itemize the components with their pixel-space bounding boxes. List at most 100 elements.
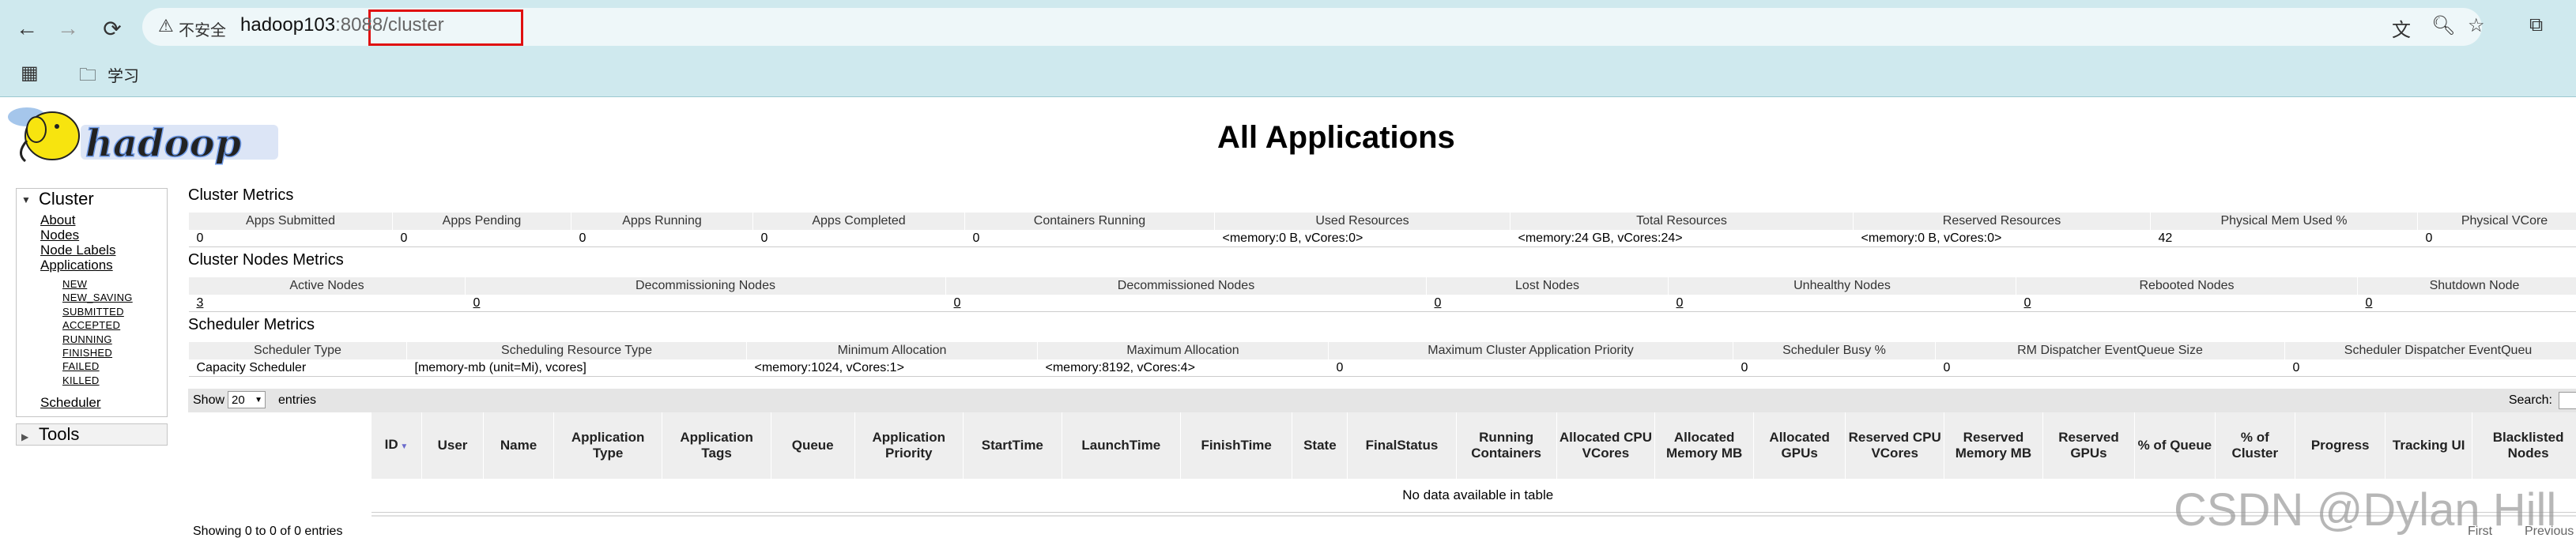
- apps-grid-icon[interactable]: ▦: [21, 62, 39, 85]
- column-header-label: Allocated Memory MB: [1665, 430, 1743, 461]
- tools-panel-header[interactable]: ▶ Tools: [16, 423, 168, 446]
- sidebar-link-applications[interactable]: Applications: [40, 258, 167, 273]
- address-bar[interactable]: [142, 8, 2482, 46]
- column-header-label: FinalStatus: [1365, 438, 1439, 453]
- extensions-icon[interactable]: ⧉: [2529, 14, 2543, 36]
- node_metrics-link-lost-nodes[interactable]: 0: [1435, 296, 1442, 310]
- cluster-panel-header[interactable]: ▼ Cluster: [17, 189, 167, 209]
- app-state-new[interactable]: NEW: [40, 277, 167, 291]
- node_metrics-link-rebooted-nodes[interactable]: 0: [2024, 296, 2031, 310]
- column-header-label: Queue: [791, 438, 834, 453]
- scheduler-metrics-title: Scheduler Metrics: [188, 316, 315, 333]
- column-header-allocated-gpus[interactable]: Allocated GPUs: [1753, 412, 1846, 479]
- cluster_metrics-header-apps-submitted: Apps Submitted: [188, 212, 393, 231]
- column-header-application-type[interactable]: Application Type: [553, 412, 663, 479]
- node_metrics-link-unhealthy-nodes[interactable]: 0: [1676, 296, 1684, 310]
- column-header-of-cluster[interactable]: % of Cluster: [2215, 412, 2296, 479]
- column-header-running-containers[interactable]: Running Containers: [1456, 412, 1557, 479]
- node_metrics-link-shutdown-node[interactable]: 0: [2366, 296, 2373, 310]
- translate-icon[interactable]: 文: [2392, 14, 2411, 42]
- bookmark-bar: ▦ 🗀 学习: [0, 55, 2576, 88]
- column-header-reserved-cpu-vcores[interactable]: Reserved CPU VCores: [1845, 412, 1945, 479]
- column-header-tracking-ui[interactable]: Tracking UI: [2385, 412, 2473, 479]
- sidebar-link-nodes[interactable]: Nodes: [40, 228, 167, 243]
- app-state-accepted[interactable]: ACCEPTED: [40, 318, 167, 332]
- column-header-user[interactable]: User: [421, 412, 485, 479]
- node_metrics-link-decommissioned-nodes[interactable]: 0: [954, 296, 961, 310]
- sidebar-link-node-labels[interactable]: Node Labels: [40, 243, 167, 258]
- url-path: /cluster: [383, 14, 444, 36]
- hadoop-logo[interactable]: hadoop: [5, 101, 281, 167]
- zoom-icon[interactable]: 🔍︎: [2431, 14, 2455, 37]
- app-state-failed[interactable]: FAILED: [40, 359, 167, 373]
- column-header-label: StartTime: [981, 438, 1043, 453]
- column-header-of-queue[interactable]: % of Queue: [2134, 412, 2216, 479]
- app-state-new-saving[interactable]: NEW_SAVING: [40, 291, 167, 304]
- column-header-launchtime[interactable]: LaunchTime: [1062, 412, 1181, 479]
- cluster_metrics-value-used-resources: <memory:0 B, vCores:0>: [1214, 230, 1511, 247]
- sidebar-link-scheduler[interactable]: Scheduler: [40, 395, 167, 410]
- search-input[interactable]: [2559, 392, 2576, 409]
- column-header-queue[interactable]: Queue: [771, 412, 855, 479]
- entries-label: entries: [278, 393, 317, 407]
- column-header-progress[interactable]: Progress: [2295, 412, 2386, 479]
- cluster_metrics-header-physical-vcore: Physical VCore: [2417, 212, 2576, 231]
- page-size-select[interactable]: 20 ▼: [228, 391, 266, 408]
- bookmark-folder-label[interactable]: 学习: [107, 63, 139, 86]
- column-header-label: State: [1303, 438, 1337, 453]
- folder-icon[interactable]: 🗀: [79, 62, 96, 92]
- column-header-label: % of Cluster: [2231, 430, 2279, 461]
- cluster_metrics-value-physical-mem-used: 42: [2150, 230, 2418, 247]
- forward-arrow-icon[interactable]: →: [52, 13, 84, 44]
- node_metrics-link-decommissioning-nodes[interactable]: 0: [473, 296, 481, 310]
- column-header-label: User: [437, 438, 468, 453]
- url-port: :8088: [335, 14, 383, 36]
- back-arrow-icon[interactable]: ←: [11, 13, 43, 44]
- column-header-starttime[interactable]: StartTime: [963, 412, 1062, 479]
- cluster_metrics-value-total-resources: <memory:24 GB, vCores:24>: [1510, 230, 1854, 247]
- node_metrics-header-lost-nodes: Lost Nodes: [1426, 276, 1669, 295]
- app-state-finished[interactable]: FINISHED: [40, 346, 167, 359]
- node_metrics-value-decommissioning-nodes: 0: [465, 295, 946, 312]
- column-header-label: % of Queue: [2137, 438, 2212, 453]
- bookmark-star-icon[interactable]: ☆: [2468, 14, 2485, 37]
- column-header-label: FinishTime: [1201, 438, 1272, 453]
- column-header-id[interactable]: ID ▼: [372, 412, 422, 479]
- node_metrics-header-decommissioning-nodes: Decommissioning Nodes: [465, 276, 946, 295]
- column-header-state[interactable]: State: [1292, 412, 1348, 479]
- expand-triangle-icon[interactable]: ▶: [21, 427, 39, 447]
- column-header-name[interactable]: Name: [483, 412, 554, 479]
- column-header-label: Application Type: [571, 430, 645, 461]
- column-header-label: Application Priority: [872, 430, 946, 461]
- warning-icon[interactable]: ⚠: [158, 16, 174, 36]
- node-metrics-title: Cluster Nodes Metrics: [188, 251, 344, 269]
- collapse-triangle-icon[interactable]: ▼: [21, 190, 39, 210]
- column-header-allocated-cpu-vcores[interactable]: Allocated CPU VCores: [1556, 412, 1656, 479]
- column-header-application-tags[interactable]: Application Tags: [662, 412, 771, 479]
- column-header-reserved-memory-mb[interactable]: Reserved Memory MB: [1944, 412, 2043, 479]
- url-text[interactable]: hadoop103:8088/cluster: [240, 14, 444, 36]
- column-header-finishtime[interactable]: FinishTime: [1180, 412, 1293, 479]
- app-state-submitted[interactable]: SUBMITTED: [40, 305, 167, 318]
- app-state-killed[interactable]: KILLED: [40, 374, 167, 387]
- column-header-application-priority[interactable]: Application Priority: [854, 412, 964, 479]
- reload-icon[interactable]: ⟳: [96, 13, 128, 44]
- table-info: Showing 0 to 0 of 0 entries: [193, 525, 343, 538]
- column-header-allocated-memory-mb[interactable]: Allocated Memory MB: [1654, 412, 1755, 479]
- column-header-reserved-gpus[interactable]: Reserved GPUs: [2042, 412, 2136, 479]
- column-header-label: ID: [384, 436, 398, 452]
- sidebar-link-about[interactable]: About: [40, 213, 167, 228]
- node_metrics-link-active-nodes[interactable]: 3: [197, 296, 204, 310]
- column-header-label: Blacklisted Nodes: [2492, 430, 2564, 461]
- column-header-label: Allocated GPUs: [1769, 430, 1830, 461]
- insecure-label[interactable]: 不安全: [179, 17, 226, 40]
- cluster_metrics-value-containers-running: 0: [964, 230, 1215, 247]
- column-header-blacklisted-nodes[interactable]: Blacklisted Nodes: [2472, 412, 2576, 479]
- column-header-label: Application Tags: [680, 430, 753, 461]
- node_metrics-header-rebooted-nodes: Rebooted Nodes: [2016, 276, 2358, 295]
- column-header-finalstatus[interactable]: FinalStatus: [1347, 412, 1457, 479]
- app-state-running[interactable]: RUNNING: [40, 333, 167, 346]
- cluster-metrics-table: Apps Submitted Apps Pending Apps Running Ap…: [188, 212, 2576, 247]
- cluster_metrics-value-apps-completed: 0: [752, 230, 965, 247]
- scheduler_metrics-header-minimum-allocation: Minimum Allocation: [746, 341, 1038, 360]
